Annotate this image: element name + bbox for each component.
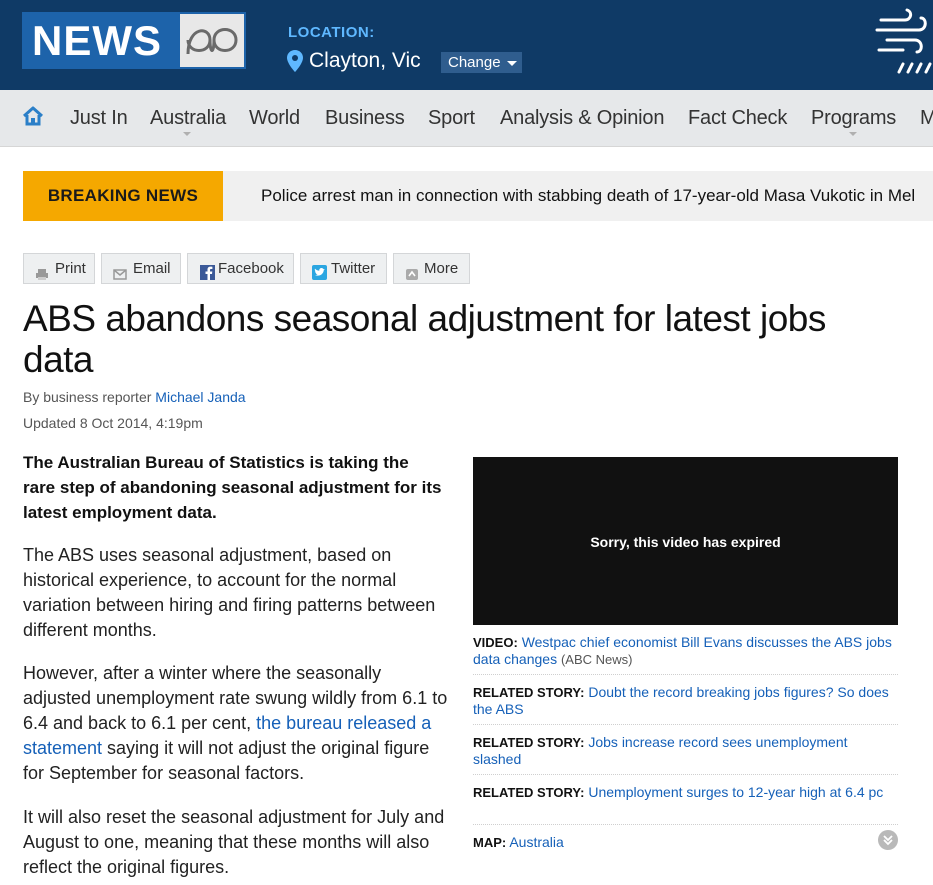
facebook-icon	[200, 261, 215, 280]
article-lead: The Australian Bureau of Statistics is t…	[23, 453, 442, 522]
related-story: RELATED STORY: Unemployment surges to 12…	[473, 784, 898, 801]
breaking-news-label: BREAKING NEWS	[23, 171, 223, 221]
byline-prefix: By business reporter	[23, 389, 156, 405]
nav-item-analysis-opinion[interactable]: Analysis & Opinion	[500, 107, 664, 130]
article-paragraph: It will also reset the seasonal adjustme…	[23, 807, 445, 877]
abc-logo-icon	[180, 14, 244, 67]
map-link[interactable]: Australia	[509, 834, 563, 850]
article-headline: ABS abandons seasonal adjustment for lat…	[23, 298, 826, 380]
facebook-label: Facebook	[218, 260, 284, 277]
breaking-news-bar[interactable]: BREAKING NEWS Police arrest man in conne…	[23, 171, 933, 221]
video-label: VIDEO:	[473, 635, 518, 650]
more-share-label: More	[424, 260, 459, 277]
nav-item-world[interactable]: World	[249, 107, 300, 130]
author-link[interactable]: Michael Janda	[155, 389, 245, 405]
nav-item-just-in[interactable]: Just In	[70, 107, 128, 130]
video-expired-message: Sorry, this video has expired	[590, 534, 781, 550]
chevron-down-icon	[506, 60, 517, 66]
divider	[473, 674, 898, 675]
video-player[interactable]: Sorry, this video has expired	[473, 457, 898, 625]
divider	[473, 824, 898, 825]
map-label: MAP:	[473, 835, 507, 850]
facebook-button[interactable]: Facebook	[187, 253, 294, 284]
location-label: LOCATION:	[288, 24, 375, 41]
divider	[473, 774, 898, 775]
print-button[interactable]: Print	[23, 253, 95, 284]
change-location-button[interactable]: Change	[441, 52, 522, 73]
email-icon	[113, 262, 127, 280]
video-link[interactable]: Westpac chief economist Bill Evans discu…	[473, 634, 892, 667]
related-story-link[interactable]: Unemployment surges to 12-year high at 6…	[588, 784, 883, 800]
nav-item-business[interactable]: Business	[325, 107, 405, 130]
related-label: RELATED STORY:	[473, 785, 585, 800]
related-label: RELATED STORY:	[473, 735, 585, 750]
twitter-label: Twitter	[331, 260, 376, 277]
weather-wind-icon[interactable]	[875, 6, 933, 83]
abc-news-logo[interactable]: NEWS	[22, 12, 246, 69]
related-story: RELATED STORY: Doubt the record breaking…	[473, 684, 898, 718]
expand-icon[interactable]	[878, 830, 898, 850]
nav-item-sport[interactable]: Sport	[428, 107, 475, 130]
main-navigation: Just In Australia World Business Sport A…	[0, 90, 933, 147]
nav-item-australia[interactable]: Australia	[150, 107, 226, 130]
map-item: MAP: Australia	[473, 834, 898, 851]
nav-item-fact-check[interactable]: Fact Check	[688, 107, 787, 130]
article-paragraph: However, after a winter where the season…	[23, 661, 453, 786]
change-label: Change	[448, 54, 501, 71]
site-header: NEWS LOCATION: Clayton, Vic Change	[0, 0, 933, 90]
video-caption: VIDEO: Westpac chief economist Bill Evan…	[473, 634, 898, 668]
logo-text: NEWS	[32, 17, 162, 64]
map-pin-icon	[287, 50, 303, 77]
chevron-down-icon	[183, 132, 191, 136]
more-share-icon	[405, 262, 419, 280]
chevron-down-icon	[849, 132, 857, 136]
location-name: Clayton, Vic	[309, 49, 421, 72]
more-share-button[interactable]: More	[393, 253, 470, 284]
divider	[473, 724, 898, 725]
breaking-news-headline[interactable]: Police arrest man in connection with sta…	[261, 171, 915, 221]
related-label: RELATED STORY:	[473, 685, 585, 700]
print-label: Print	[55, 260, 86, 277]
twitter-button[interactable]: Twitter	[300, 253, 387, 284]
video-source: (ABC News)	[560, 652, 633, 667]
article-paragraph: The ABS uses seasonal adjustment, based …	[23, 545, 436, 640]
email-label: Email	[133, 260, 171, 277]
updated-timestamp: Updated 8 Oct 2014, 4:19pm	[23, 415, 203, 431]
byline: By business reporter Michael Janda	[23, 389, 246, 405]
nav-item-programs[interactable]: Programs	[811, 107, 896, 130]
print-icon	[35, 262, 49, 280]
email-button[interactable]: Email	[101, 253, 181, 284]
nav-item-more[interactable]: M	[920, 107, 933, 130]
related-story: RELATED STORY: Jobs increase record sees…	[473, 734, 898, 768]
home-icon[interactable]	[22, 106, 44, 131]
twitter-icon	[312, 261, 327, 280]
